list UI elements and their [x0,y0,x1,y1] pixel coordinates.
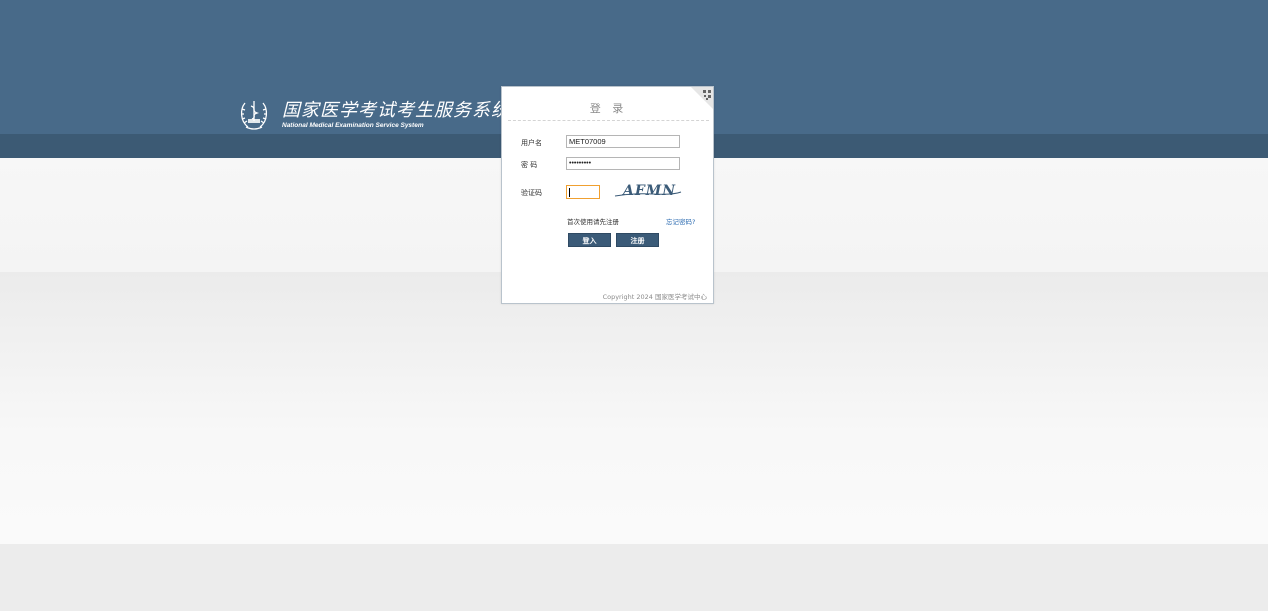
text-caret [569,188,570,197]
username-label: 用户名 [521,139,542,147]
captcha-image[interactable]: AFMN [613,180,683,200]
brand-logo: 国家医学考试考生服务系统 National Medical Examinatio… [236,96,510,134]
captcha-text: AFMN [621,183,676,199]
brand-title-cn: 国家医学考试考生服务系统 [282,100,510,121]
captcha-label: 验证码 [521,189,542,197]
login-title: 登 录 [589,102,628,115]
medical-caduceus-wreath-icon [240,101,268,130]
password-input[interactable]: ••••••••• [566,157,680,170]
copyright-text: Copyright 2024 国家医学考试中心 [602,293,707,301]
login-panel: 登 录 用户名 MET07009 密 码 ••••••••• 验证码 AFMN … [501,86,714,304]
login-button[interactable]: 登入 [568,233,611,247]
background-band-bottom [0,544,1268,611]
background-band-mid [0,272,1268,544]
captcha-input[interactable] [566,185,600,199]
brand-title-en: National Medical Examination Service Sys… [282,122,424,129]
divider [508,120,709,121]
forgot-password-link[interactable]: 忘记密码? [666,216,695,226]
register-button[interactable]: 注册 [616,233,659,247]
brand-text: 国家医学考试考生服务系统 National Medical Examinatio… [282,100,510,130]
username-input[interactable]: MET07009 [566,135,680,148]
register-hint: 首次使用请先注册 [567,218,619,226]
password-label: 密 码 [521,161,538,169]
